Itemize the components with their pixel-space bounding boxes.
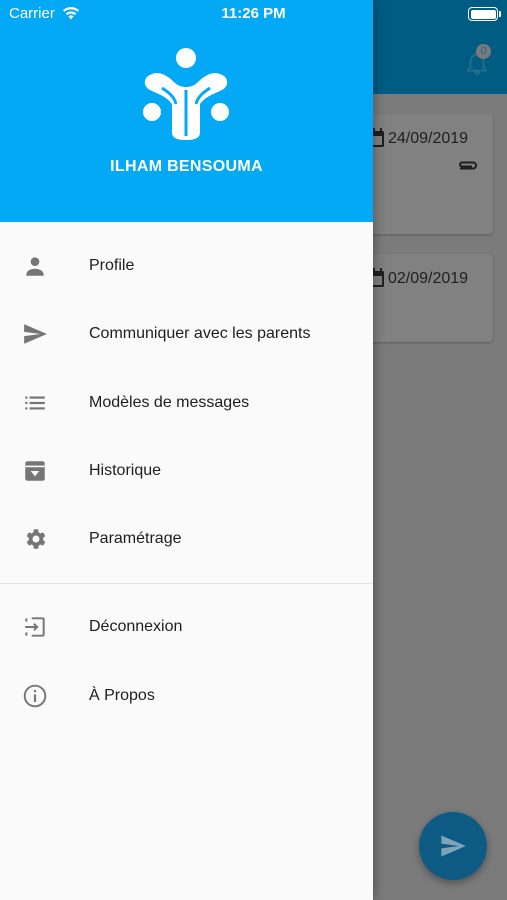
card-date: 24/09/2019 bbox=[388, 130, 469, 147]
menu-label: Profile bbox=[89, 257, 135, 274]
navigation-drawer: ILHAM BENSOUMA Profile Communiquer avec … bbox=[0, 0, 373, 900]
list-icon bbox=[21, 389, 49, 417]
menu-label: Déconnexion bbox=[89, 618, 183, 635]
menu-item-about[interactable]: À Propos bbox=[0, 662, 373, 730]
menu-item-settings[interactable]: Paramétrage bbox=[0, 505, 373, 573]
status-bar: Carrier 11:26 PM bbox=[0, 0, 507, 28]
menu-item-communicate[interactable]: Communiquer avec les parents bbox=[0, 300, 373, 368]
attachment-icon bbox=[459, 161, 477, 170]
send-icon bbox=[21, 320, 49, 348]
battery-tip bbox=[499, 11, 501, 17]
menu-item-history[interactable]: Historique bbox=[0, 437, 373, 505]
send-message-fab[interactable] bbox=[419, 812, 487, 880]
message-card[interactable]: 24/09/2019 bbox=[352, 114, 493, 234]
user-name: ILHAM BENSOUMA bbox=[110, 158, 263, 175]
menu-item-logout[interactable]: Déconnexion bbox=[0, 593, 373, 661]
person-icon bbox=[21, 252, 49, 280]
menu-label: Communiquer avec les parents bbox=[89, 325, 311, 342]
clock: 11:26 PM bbox=[221, 5, 286, 22]
drawer-header: ILHAM BENSOUMA bbox=[0, 0, 373, 222]
menu-label: Modèles de messages bbox=[89, 394, 250, 411]
message-card[interactable]: 02/09/2019 bbox=[352, 254, 493, 342]
logout-icon bbox=[21, 613, 49, 641]
menu-item-message-templates[interactable]: Modèles de messages bbox=[0, 369, 373, 437]
menu-divider bbox=[0, 583, 373, 584]
app-logo-icon bbox=[143, 48, 229, 140]
menu-item-profile[interactable]: Profile bbox=[0, 232, 373, 300]
settings-icon bbox=[21, 525, 49, 553]
menu-label: Paramétrage bbox=[89, 530, 182, 547]
notification-count-badge: 0 bbox=[476, 44, 491, 59]
send-icon bbox=[441, 835, 466, 857]
battery-icon bbox=[468, 7, 498, 21]
card-date: 02/09/2019 bbox=[388, 270, 469, 287]
menu-label: Historique bbox=[89, 462, 162, 479]
archive-icon bbox=[21, 457, 49, 485]
info-icon bbox=[21, 682, 49, 710]
menu-label: À Propos bbox=[89, 687, 155, 704]
